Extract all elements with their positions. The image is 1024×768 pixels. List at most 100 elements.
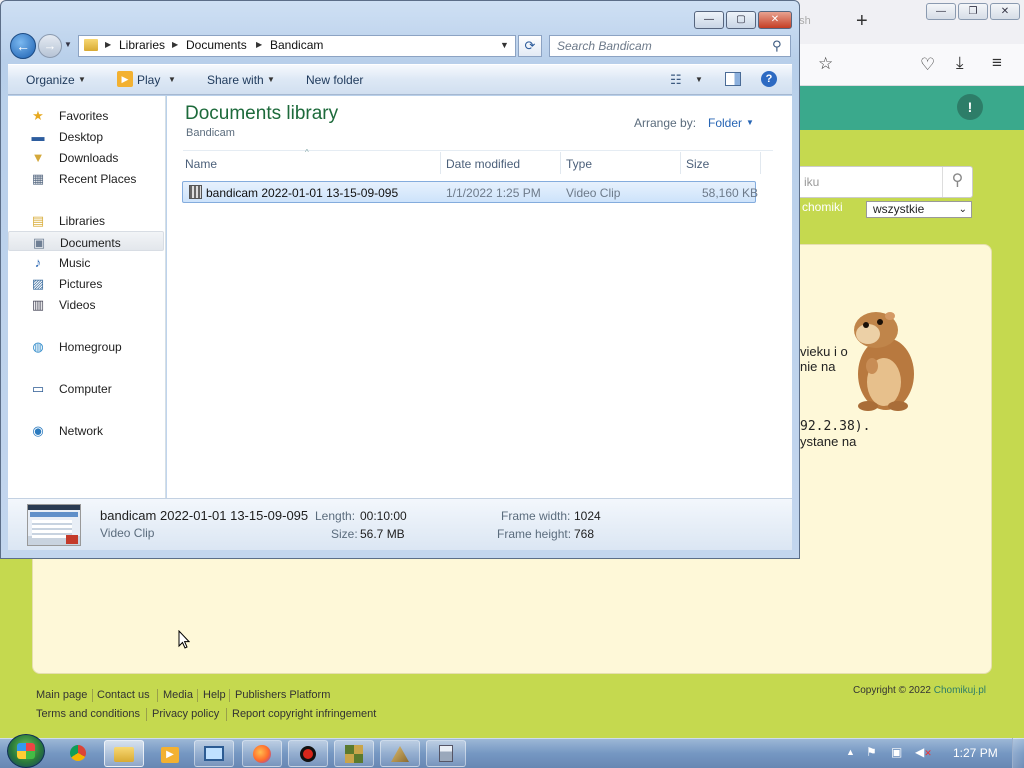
address-dropdown-icon[interactable]: ▼ bbox=[500, 40, 509, 50]
breadcrumb-documents[interactable]: Documents bbox=[186, 38, 247, 52]
bookmark-star-icon[interactable]: ☆ bbox=[818, 54, 833, 74]
site-search-placeholder: iku bbox=[804, 175, 820, 189]
minimize-button[interactable]: — bbox=[694, 11, 724, 29]
volume-muted-icon[interactable]: ◀✕ bbox=[915, 745, 932, 759]
search-icon[interactable]: ⚲ bbox=[772, 38, 782, 54]
organize-button[interactable]: Organize bbox=[26, 73, 75, 87]
change-view-icon[interactable]: ☷ bbox=[670, 72, 682, 88]
download-icon[interactable]: ⤓ bbox=[956, 53, 964, 73]
footer-separator bbox=[146, 708, 147, 721]
taskbar-paint-icon[interactable] bbox=[380, 740, 420, 767]
nav-item-downloads[interactable]: ▼ Downloads bbox=[8, 147, 164, 167]
recent-pages-chevron-icon[interactable]: ▼ bbox=[64, 40, 72, 49]
hamster-mascot-image bbox=[854, 312, 914, 411]
preview-pane-icon[interactable] bbox=[725, 72, 741, 86]
site-search-icon[interactable]: ⚲ bbox=[942, 167, 972, 197]
taskbar-explorer-icon[interactable] bbox=[104, 740, 144, 767]
taskbar-media-player-icon[interactable]: ▶ bbox=[150, 740, 190, 767]
taskbar-game-icon[interactable] bbox=[334, 740, 374, 767]
user-icon[interactable]: ! bbox=[957, 94, 983, 120]
new-tab-button[interactable]: + bbox=[856, 10, 868, 33]
taskbar-bandicam-icon[interactable] bbox=[288, 740, 328, 767]
refresh-button[interactable]: ⟳ bbox=[518, 35, 542, 57]
nav-item-homegroup[interactable]: ◍ Homegroup bbox=[8, 336, 164, 356]
video-file-icon bbox=[189, 185, 202, 199]
site-text-line: vieku i o bbox=[800, 344, 848, 359]
menu-icon[interactable]: ≡ bbox=[992, 53, 1002, 73]
footer-link-contact[interactable]: Contact us bbox=[97, 689, 150, 701]
new-folder-button[interactable]: New folder bbox=[306, 73, 363, 87]
column-header-type[interactable]: Type bbox=[566, 157, 592, 171]
back-button[interactable]: ← bbox=[10, 33, 36, 59]
copyright-brand-link[interactable]: Chomikuj.pl bbox=[934, 685, 986, 696]
nav-item-favorites[interactable]: ★ Favorites bbox=[8, 105, 164, 125]
details-file-type: Video Clip bbox=[100, 526, 155, 540]
play-button[interactable]: Play bbox=[137, 73, 160, 87]
pictures-icon: ▨ bbox=[31, 276, 45, 291]
nav-item-pictures[interactable]: ▨ Pictures bbox=[8, 273, 164, 293]
browser-maximize-button[interactable]: ❐ bbox=[958, 3, 988, 20]
arrange-by-dropdown[interactable]: Folder bbox=[708, 116, 742, 130]
details-file-name: bandicam 2022-01-01 13-15-09-095 bbox=[100, 508, 309, 523]
recent-places-icon: ▦ bbox=[31, 171, 45, 186]
footer-link-terms[interactable]: Terms and conditions bbox=[36, 708, 140, 720]
footer-link-help[interactable]: Help bbox=[203, 689, 226, 701]
pocket-icon[interactable]: ♡ bbox=[920, 55, 935, 75]
nav-item-recent-places[interactable]: ▦ Recent Places bbox=[8, 168, 164, 188]
file-name[interactable]: bandicam 2022-01-01 13-15-09-095 bbox=[206, 186, 398, 200]
breadcrumb-bandicam[interactable]: Bandicam bbox=[270, 38, 323, 52]
footer-link-publishers[interactable]: Publishers Platform bbox=[235, 689, 330, 701]
footer-separator bbox=[226, 708, 227, 721]
share-with-button[interactable]: Share with bbox=[207, 73, 264, 87]
clock[interactable]: 1:27 PM bbox=[953, 746, 998, 760]
column-divider[interactable] bbox=[680, 152, 681, 174]
column-header-name[interactable]: Name bbox=[185, 157, 217, 171]
taskbar-remote-desktop-icon[interactable] bbox=[194, 740, 234, 767]
taskbar-firefox-icon[interactable] bbox=[242, 740, 282, 767]
nav-item-computer[interactable]: ▭ Computer bbox=[8, 378, 164, 398]
network-icon: ◉ bbox=[32, 423, 44, 438]
nav-item-desktop[interactable]: ▬ Desktop bbox=[8, 126, 164, 146]
column-header-date-modified[interactable]: Date modified bbox=[446, 157, 520, 171]
close-button[interactable]: ✕ bbox=[758, 11, 792, 29]
nav-item-network[interactable]: ◉ Network bbox=[8, 420, 164, 440]
libraries-icon: ▤ bbox=[31, 213, 45, 228]
help-icon[interactable]: ? bbox=[761, 71, 777, 87]
nav-item-music[interactable]: ♪ Music bbox=[8, 252, 164, 272]
network-status-icon[interactable]: ▣ bbox=[891, 745, 902, 759]
column-divider[interactable] bbox=[560, 152, 561, 174]
breadcrumb-libraries[interactable]: Libraries bbox=[119, 38, 165, 52]
action-center-flag-icon[interactable]: ⚑ bbox=[866, 745, 877, 759]
column-divider[interactable] bbox=[440, 152, 441, 174]
column-header-size[interactable]: Size bbox=[686, 157, 709, 171]
footer-link-main-page[interactable]: Main page bbox=[36, 689, 87, 701]
site-category-value: wszystkie bbox=[873, 202, 925, 216]
show-desktop-button[interactable] bbox=[1012, 738, 1024, 768]
taskbar-chrome-icon[interactable] bbox=[58, 740, 98, 767]
details-length-label: Length: bbox=[315, 509, 356, 523]
forward-button[interactable]: → bbox=[38, 34, 62, 58]
play-icon: ▶ bbox=[117, 71, 133, 87]
nav-item-videos[interactable]: ▥ Videos bbox=[8, 294, 164, 314]
column-divider[interactable] bbox=[760, 152, 761, 174]
footer-link-media[interactable]: Media bbox=[163, 689, 193, 701]
nav-item-libraries[interactable]: ▤ Libraries bbox=[8, 210, 164, 230]
breadcrumb-arrow-icon[interactable]: ▶ bbox=[105, 40, 111, 49]
breadcrumb-arrow-icon[interactable]: ▶ bbox=[172, 40, 178, 49]
chevron-down-icon: ▼ bbox=[267, 75, 275, 84]
site-category-select[interactable]: wszystkie ⌄ bbox=[866, 201, 972, 218]
breadcrumb-arrow-icon[interactable]: ▶ bbox=[256, 40, 262, 49]
browser-minimize-button[interactable]: — bbox=[926, 3, 956, 20]
chevron-down-icon[interactable]: ▼ bbox=[695, 75, 703, 84]
maximize-button[interactable]: ▢ bbox=[726, 11, 756, 29]
star-icon: ★ bbox=[32, 108, 44, 123]
footer-link-privacy[interactable]: Privacy policy bbox=[152, 708, 219, 720]
desktop-icon: ▬ bbox=[31, 129, 45, 144]
footer-link-report[interactable]: Report copyright infringement bbox=[232, 708, 376, 720]
documents-icon: ▣ bbox=[32, 235, 46, 250]
show-hidden-icons-button[interactable]: ▲ bbox=[846, 747, 855, 757]
browser-close-button[interactable]: ✕ bbox=[990, 3, 1020, 20]
nav-item-documents[interactable]: ▣ Documents bbox=[8, 231, 164, 251]
taskbar-calculator-icon[interactable] bbox=[426, 740, 466, 767]
chevron-down-icon[interactable]: ▼ bbox=[746, 118, 754, 127]
